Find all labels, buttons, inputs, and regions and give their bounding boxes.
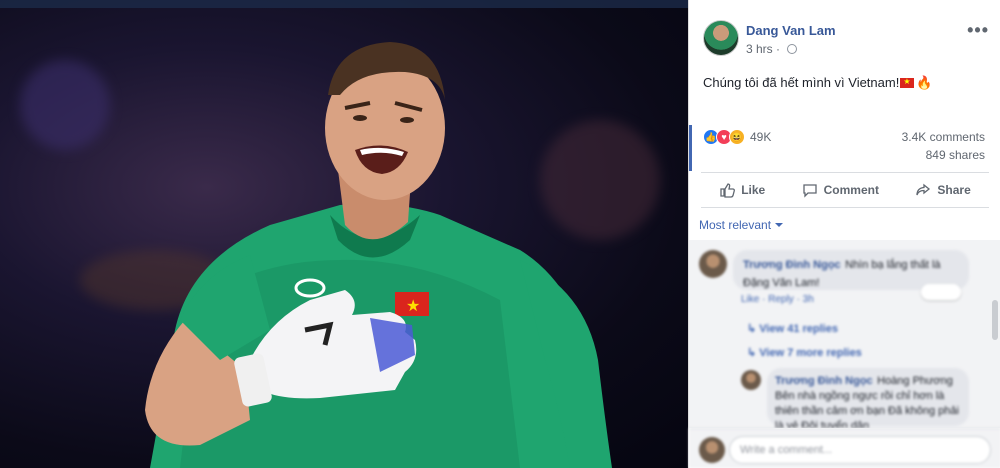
divider [701,172,989,173]
post-panel: Dang Van Lam 3 hrs · ••• Chúng tôi đã hế… [688,0,1000,468]
globe-icon [787,44,798,54]
share-icon [916,183,931,196]
comments-count[interactable]: 3.4K comments [902,130,985,144]
comment-icon [802,184,817,198]
svg-text:★: ★ [406,296,420,315]
selection-accent [689,125,692,171]
post-timestamp[interactable]: 3 hrs · [746,42,798,56]
comment-reaction-icons [921,284,961,300]
goalkeeper-illustration: ★ [145,42,612,468]
post-text: Chúng tôi đã hết mình vì Vietnam! 🔥 [703,75,933,91]
reaction-summary[interactable]: 👍 ♥ 😆 49K [703,128,771,146]
post-header: Dang Van Lam 3 hrs · ••• [703,20,993,60]
view-replies-label: View 41 replies [759,323,838,335]
comment-input[interactable]: Write a comment... [729,436,991,464]
comments-list[interactable]: Trương Đình Ngọc Nhìn bạ lắng thất là Đặ… [689,240,1000,428]
view-more-replies-link[interactable]: ↳ View 7 more replies [747,346,862,359]
caret-down-icon [775,223,784,227]
action-bar: Like Comment Share [701,176,989,204]
fire-icon: 🔥 [916,75,933,90]
more-options-icon[interactable]: ••• [967,20,989,41]
haha-reaction-icon: 😆 [729,129,745,145]
author-avatar[interactable] [703,20,739,56]
like-button[interactable]: Like [719,182,765,198]
shares-count[interactable]: 849 shares [926,148,985,162]
comment-meta[interactable]: Like · Reply · 3h [741,294,814,305]
my-avatar [699,437,725,463]
scrollbar-thumb[interactable] [992,300,998,340]
commenter-avatar[interactable] [699,250,727,278]
sort-label: Most relevant [699,218,772,232]
thumbs-up-icon [720,183,736,198]
share-label: Share [937,183,971,197]
reaction-count[interactable]: 49K [750,130,771,144]
comments-scrollbar[interactable] [992,240,998,420]
commenter-name[interactable]: Trương Đình Ngọc [743,259,841,271]
post-text-content: Chúng tôi đã hết mình vì Vietnam! [703,75,900,90]
share-button[interactable]: Share [915,182,971,198]
comment-sort-dropdown[interactable]: Most relevant [699,218,784,232]
view-more-replies-label: View 7 more replies [759,347,862,359]
view-replies-link[interactable]: ↳ View 41 replies [747,322,838,335]
author-name[interactable]: Dang Van Lam [746,23,836,38]
comment-label: Comment [823,183,879,197]
divider [701,207,989,208]
timestamp-text[interactable]: 3 hrs [746,42,773,56]
post-photo[interactable]: ★ [0,0,688,468]
commenter-avatar[interactable] [741,370,761,390]
comment-composer: Write a comment... [689,428,1000,468]
vietnam-flag-icon [900,77,915,88]
like-label: Like [741,183,766,197]
commenter-name[interactable]: Trương Đình Ngọc [775,375,873,387]
separator: · [776,42,784,56]
comment-button[interactable]: Comment [802,182,879,198]
comment-bubble: Trương Đình Ngọc Hoàng Phương Bên nhà ng… [767,368,969,428]
